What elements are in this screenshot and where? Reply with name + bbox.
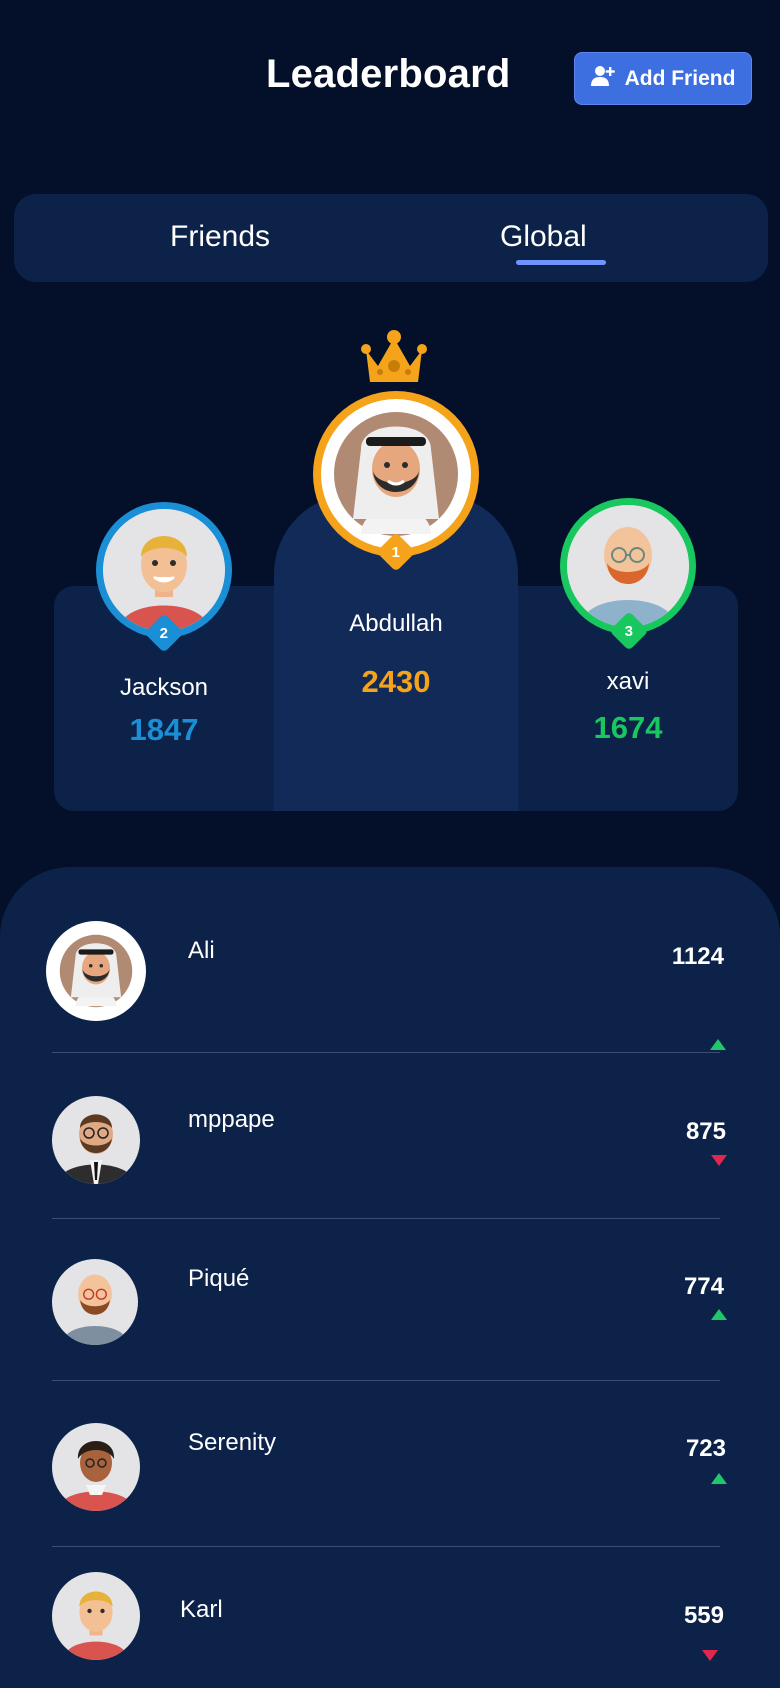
bald-bearded-man-avatar: [567, 505, 689, 627]
curly-hair-person-avatar: [58, 1441, 134, 1511]
list-item-score: 559: [683, 1602, 724, 1629]
businessman-suit-avatar: [58, 1114, 134, 1184]
trend-up-icon: [710, 1039, 726, 1050]
list-item-score: 1124: [671, 943, 724, 970]
third-place-name: xavi: [606, 668, 650, 695]
list-item-name: Ali: [188, 937, 215, 964]
trend-up-icon: [711, 1473, 727, 1484]
divider: [52, 1380, 720, 1381]
second-place-score: 1847: [129, 712, 199, 747]
list-item[interactable]: mppape 875: [0, 1096, 780, 1256]
page-title: Leaderboard: [266, 52, 511, 96]
first-place-name: Abdullah: [349, 610, 443, 637]
list-item[interactable]: Serenity 723: [0, 1423, 780, 1583]
leaderboard-tabs: Friends Global: [14, 194, 768, 282]
first-place-score: 2430: [361, 664, 431, 699]
ranking-list: Ali 1124 mppape 875 Piqué 774 Serenity 7…: [0, 867, 780, 1688]
trend-up-icon: [711, 1309, 727, 1320]
third-place-score: 1674: [593, 710, 663, 745]
list-item-name: Serenity: [188, 1429, 277, 1456]
man-keffiyeh-avatar: [334, 412, 458, 536]
avatar: [52, 1572, 140, 1660]
active-tab-indicator: [516, 260, 606, 265]
tab-global[interactable]: Global: [500, 220, 587, 254]
divider: [52, 1052, 720, 1053]
list-item[interactable]: Ali 1124: [0, 921, 780, 1081]
trend-down-icon: [702, 1650, 718, 1661]
bald-bearded-man-avatar: [61, 1274, 129, 1345]
add-user-icon: [590, 65, 615, 93]
list-item-name: Karl: [180, 1596, 223, 1623]
add-friend-label: Add Friend: [624, 66, 736, 90]
list-item-score: 774: [683, 1273, 724, 1300]
avatar: [52, 1259, 138, 1345]
first-place-avatar[interactable]: [313, 391, 479, 557]
trend-down-icon: [711, 1155, 727, 1166]
avatar: [46, 921, 146, 1021]
blond-man-avatar: [63, 1591, 129, 1660]
man-keffiyeh-avatar: [59, 934, 133, 1008]
list-item-name: Piqué: [188, 1265, 250, 1292]
avatar: [52, 1423, 140, 1511]
avatar: [52, 1096, 140, 1184]
list-item[interactable]: Piqué 774: [0, 1259, 780, 1419]
divider: [52, 1218, 720, 1219]
tab-friends[interactable]: Friends: [170, 220, 270, 254]
second-place-name: Jackson: [119, 674, 209, 701]
list-item-score: 723: [685, 1435, 726, 1462]
add-friend-button[interactable]: Add Friend: [574, 52, 752, 105]
divider: [52, 1546, 720, 1547]
blond-man-avatar: [103, 509, 225, 631]
list-item-score: 875: [685, 1118, 726, 1145]
list-item-name: mppape: [188, 1106, 275, 1133]
crown-icon: [358, 328, 430, 391]
list-item[interactable]: Karl 559: [0, 1572, 780, 1688]
